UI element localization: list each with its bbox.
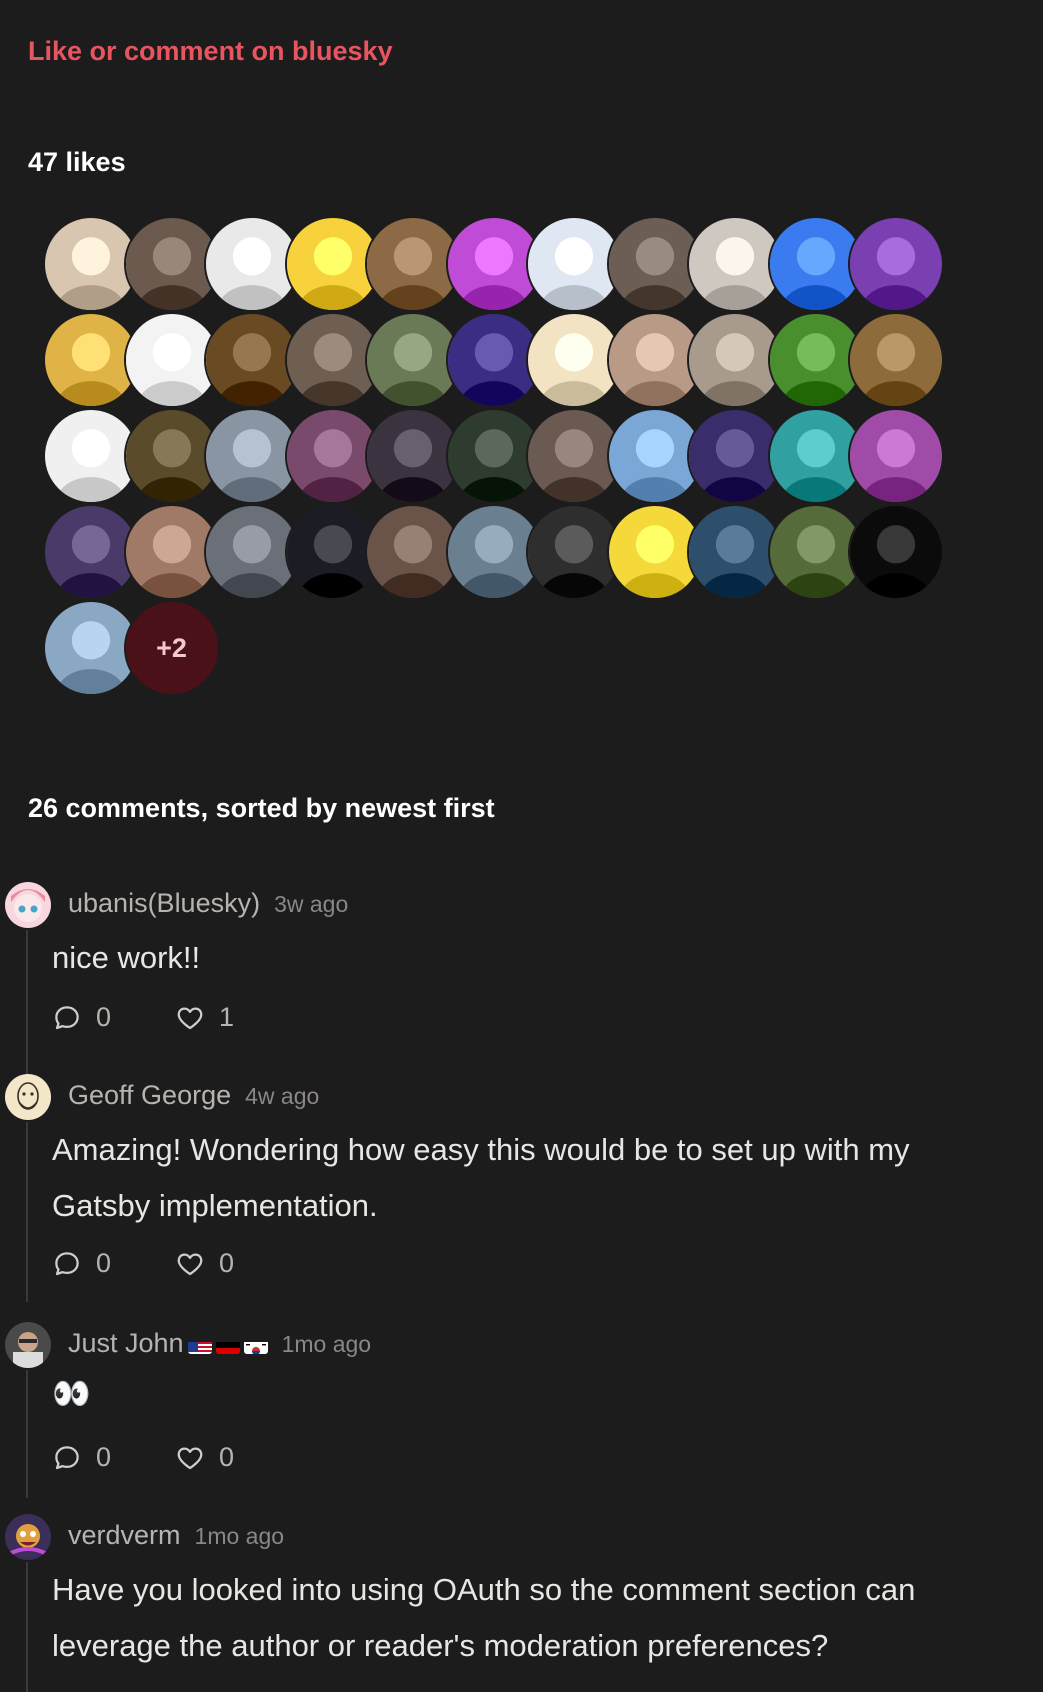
comment-timestamp[interactable]: 4w ago bbox=[245, 1083, 319, 1109]
comment-body: Have you looked into using OAuth so the … bbox=[52, 1572, 916, 1663]
avatar-image bbox=[5, 882, 51, 928]
comment-author[interactable]: Just John bbox=[68, 1328, 184, 1358]
us-flag-icon bbox=[187, 1336, 212, 1354]
reply-count: 0 bbox=[96, 1442, 112, 1472]
comment-bubble-icon bbox=[55, 1005, 79, 1029]
more-likers-button[interactable]: +2 bbox=[123, 600, 220, 696]
comments-heading: 26 comments, sorted by newest first bbox=[28, 793, 495, 823]
de-flag-icon bbox=[215, 1336, 240, 1354]
thread-line bbox=[26, 1370, 28, 1498]
reply-button[interactable]: 0 bbox=[52, 1002, 111, 1033]
reply-button[interactable]: 0 bbox=[52, 1248, 111, 1279]
kr-flag-icon bbox=[243, 1336, 268, 1354]
heart-icon bbox=[177, 1253, 203, 1275]
thread-line bbox=[26, 1122, 28, 1302]
comment-body: nice work!! bbox=[52, 940, 201, 975]
avatar[interactable] bbox=[5, 1322, 51, 1368]
liker-avatar[interactable] bbox=[848, 216, 944, 312]
heart-icon bbox=[177, 1447, 203, 1469]
avatar-image bbox=[5, 1322, 51, 1368]
avatar-image bbox=[5, 1074, 51, 1120]
avatar[interactable] bbox=[5, 882, 51, 928]
comment-author[interactable]: ubanis(Bluesky) bbox=[68, 888, 260, 918]
like-count: 0 bbox=[219, 1442, 235, 1472]
avatar[interactable] bbox=[5, 1074, 51, 1120]
comment-timestamp[interactable]: 3w ago bbox=[274, 891, 348, 917]
like-count: 1 bbox=[219, 1002, 235, 1032]
like-count: 0 bbox=[219, 1248, 235, 1278]
comment-author[interactable]: Geoff George bbox=[68, 1080, 231, 1110]
liker-avatar[interactable] bbox=[848, 312, 944, 408]
avatar-image bbox=[5, 1514, 51, 1560]
bluesky-link[interactable]: Like or comment on bluesky bbox=[28, 36, 393, 67]
comment-bubble-icon bbox=[55, 1251, 79, 1275]
like-button[interactable]: 0 bbox=[175, 1442, 234, 1473]
comment-author[interactable]: verdverm bbox=[68, 1520, 181, 1550]
reply-button[interactable]: 0 bbox=[52, 1442, 111, 1473]
comment-bubble-icon bbox=[55, 1445, 79, 1469]
avatar[interactable] bbox=[5, 1514, 51, 1560]
like-button[interactable]: 0 bbox=[175, 1248, 234, 1279]
comment-body: Amazing! Wondering how easy this would b… bbox=[52, 1132, 910, 1223]
reply-count: 0 bbox=[96, 1002, 112, 1032]
heart-icon bbox=[177, 1007, 203, 1029]
reply-count: 0 bbox=[96, 1248, 112, 1278]
comment-timestamp[interactable]: 1mo ago bbox=[282, 1331, 372, 1357]
comment-timestamp[interactable]: 1mo ago bbox=[195, 1523, 285, 1549]
liker-avatar[interactable] bbox=[848, 408, 944, 504]
comment-body: 👀 bbox=[52, 1376, 91, 1411]
like-button[interactable]: 1 bbox=[175, 1002, 234, 1033]
likes-count-heading: 47 likes bbox=[28, 147, 126, 177]
liker-avatar[interactable] bbox=[848, 504, 944, 600]
thread-line bbox=[26, 1562, 28, 1692]
